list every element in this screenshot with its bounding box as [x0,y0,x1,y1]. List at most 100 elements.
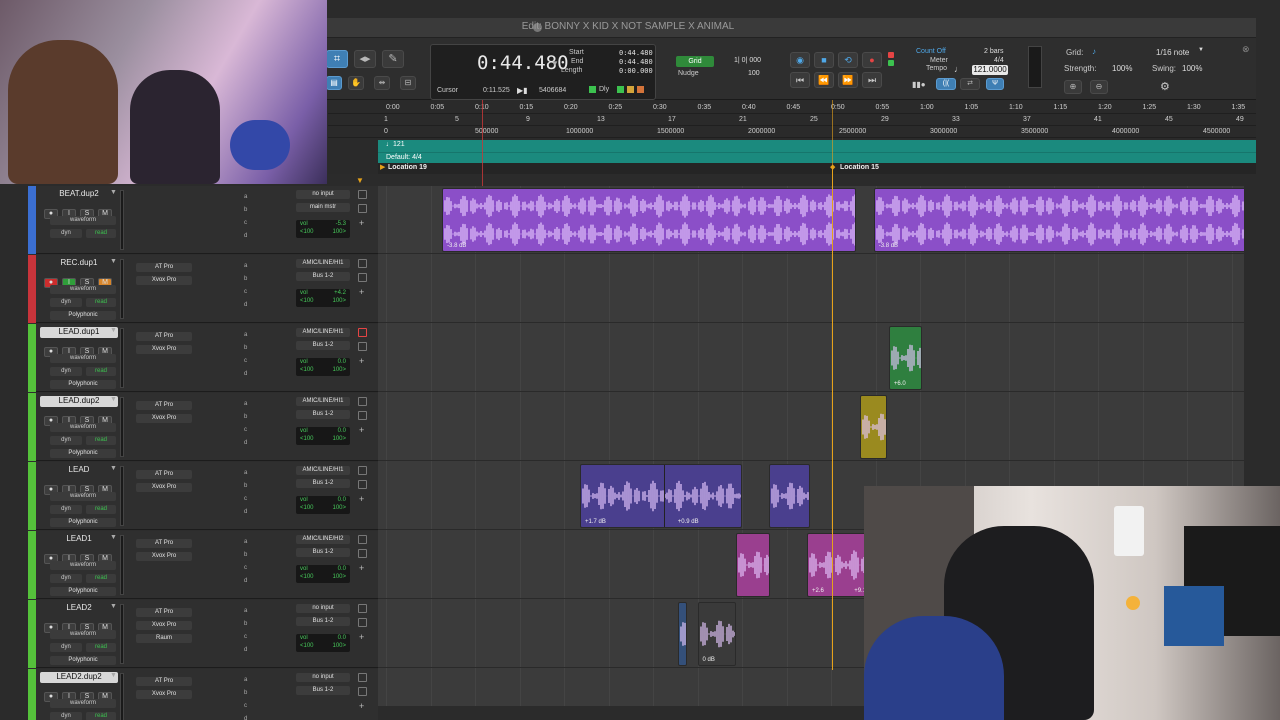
elastic-audio-selector[interactable]: Polyphonic [50,449,116,458]
input-selector[interactable]: AMIC/LINE/HI1 [296,259,350,268]
output-selector[interactable]: Bus 1-2 [296,341,350,350]
track-inserts-toggle-icon[interactable] [358,673,367,682]
track-view-selector[interactable]: waveform [50,492,116,501]
insert-slot[interactable]: Xvox Pro [136,276,192,285]
end-value[interactable]: 0:44.480 [619,58,653,66]
online-icon[interactable]: ◉ [790,52,810,68]
tempo-value[interactable]: 121.0000 [972,65,1008,75]
meter-marker[interactable]: Default: 4/4 [386,154,422,161]
add-lane-icon[interactable]: + [359,218,364,228]
output-selector[interactable]: Bus 1-2 [296,410,350,419]
scrub-tool-icon[interactable]: ⊟ [400,76,416,90]
track-sends-toggle-icon[interactable] [358,273,367,282]
settings-gear-icon[interactable]: ⚙ [1160,80,1170,93]
track-view-selector[interactable]: waveform [50,354,116,363]
track-name[interactable]: LEAD2.dup2 [40,672,118,683]
track-color-bar[interactable] [28,669,36,720]
audio-clip[interactable]: +6.0 [888,326,922,390]
send-slot-label[interactable]: a [244,539,247,545]
automation-mode-selector[interactable]: read [86,298,116,307]
pan-left-value[interactable]: <100 [300,643,314,649]
clip-gain-label[interactable]: +0.9 dB [678,519,699,525]
track-name[interactable]: REC.dup1 [40,258,118,269]
add-lane-icon[interactable]: + [359,287,364,297]
post-roll-indicator-icon[interactable] [617,86,624,93]
track-header[interactable]: LEAD.dup2 ▼ ● I S Mwaveform dyn read Polyphonic… [28,393,378,461]
elastic-audio-selector[interactable]: Polyphonic [50,518,116,527]
length-value[interactable]: 0:00.000 [619,67,653,75]
input-selector[interactable]: no input [296,604,350,613]
send-slot-label[interactable]: c [244,289,247,295]
send-slot-label[interactable]: a [244,263,247,269]
volume-value[interactable]: 0.0 [338,635,346,641]
track-inserts-toggle-icon[interactable] [358,328,367,337]
pencil-tool-icon[interactable]: ✎ [382,50,404,68]
track-dyn-selector[interactable]: dyn [50,298,82,307]
track-dyn-selector[interactable]: dyn [50,436,82,445]
track-lane[interactable] [378,324,1244,392]
track-inserts-toggle-icon[interactable] [358,259,367,268]
main-counter[interactable]: 0:44.480 ▼ Start End Length 0:44.480 0:4… [430,44,656,100]
midi-merge-icon[interactable]: ▮▮● [912,80,926,89]
track-dyn-selector[interactable]: dyn [50,229,82,238]
insert-slot[interactable]: Xvox Pro [136,621,192,630]
add-lane-icon[interactable]: + [359,632,364,642]
track-color-bar[interactable] [28,186,36,254]
send-slot-label[interactable]: d [244,716,247,720]
output-selector[interactable]: main mstr [296,203,350,212]
clip-gain-label[interactable]: +2.6 [812,588,824,594]
track-name[interactable]: BEAT.dup2 [40,189,118,200]
pan-right-value[interactable]: 100> [332,643,346,649]
insert-slot[interactable]: Raum [136,634,192,643]
clip-gain-label[interactable]: +1.7 dB [585,519,606,525]
insert-slot[interactable]: AT Pro [136,401,192,410]
pan-right-value[interactable]: 100> [332,436,346,442]
pan-left-value[interactable]: <100 [300,436,314,442]
track-menu-chevron-icon[interactable]: ▼ [110,603,117,610]
volume-value[interactable]: 0.0 [338,497,346,503]
insert-slot[interactable]: Xvox Pro [136,483,192,492]
insert-slot[interactable]: Xvox Pro [136,552,192,561]
audio-clip[interactable]: +1.7 dB +0.9 dB [580,464,742,528]
input-selector[interactable]: AMIC/LINE/HI1 [296,397,350,406]
insert-slot[interactable]: AT Pro [136,263,192,272]
add-lane-icon[interactable]: + [359,701,364,711]
input-selector[interactable]: no input [296,673,350,682]
send-slot-label[interactable]: a [244,677,247,683]
track-header[interactable]: LEAD.dup1 ▼ ● I S Mwaveform dyn read Polyphonic… [28,324,378,392]
output-selector[interactable]: Bus 1-2 [296,617,350,626]
send-slot-label[interactable]: c [244,703,247,709]
track-header[interactable]: LEAD1 ▼ ● I S Mwaveform dyn read Polyphonic AT P… [28,531,378,599]
track-inserts-toggle-icon[interactable] [358,190,367,199]
track-name[interactable]: LEAD2 [40,603,118,614]
volume-value[interactable]: +4.2 [334,290,346,296]
clip-gain-label[interactable]: +6.0 [894,381,906,387]
playhead-line[interactable] [832,166,833,670]
go-to-end-icon[interactable]: ⏭ [862,72,882,88]
click-icon[interactable]: ⇄ [960,78,980,90]
send-slot-label[interactable]: b [244,483,247,489]
volume-pan-display[interactable]: vol 0.0 <100 100> [296,427,350,445]
audio-clip[interactable]: +2.6 +9.1 [806,533,872,597]
track-color-bar[interactable] [28,531,36,599]
track-sends-toggle-icon[interactable] [358,618,367,627]
track-inserts-toggle-icon[interactable] [358,466,367,475]
track-color-bar[interactable] [28,324,36,392]
volume-pan-display[interactable]: vol 0.0 <100 100> [296,358,350,376]
swing-value[interactable]: 100% [1182,64,1202,73]
track-dyn-selector[interactable]: dyn [50,643,82,652]
wait-for-note-icon[interactable]: (|( [936,78,956,90]
output-selector[interactable]: Bus 1-2 [296,548,350,557]
link-indicator-icon[interactable] [637,86,644,93]
track-view-selector[interactable]: waveform [50,561,116,570]
track-dyn-selector[interactable]: dyn [50,505,82,514]
start-value[interactable]: 0:44.480 [619,49,653,57]
send-slot-label[interactable]: a [244,401,247,407]
zoom-out-icon[interactable]: ⊖ [1090,80,1108,94]
track-inserts-toggle-icon[interactable] [358,535,367,544]
track-color-bar[interactable] [28,255,36,323]
track-view-selector[interactable]: waveform [50,630,116,639]
send-slot-label[interactable]: a [244,470,247,476]
send-slot-label[interactable]: c [244,220,247,226]
insert-slot[interactable]: AT Pro [136,470,192,479]
